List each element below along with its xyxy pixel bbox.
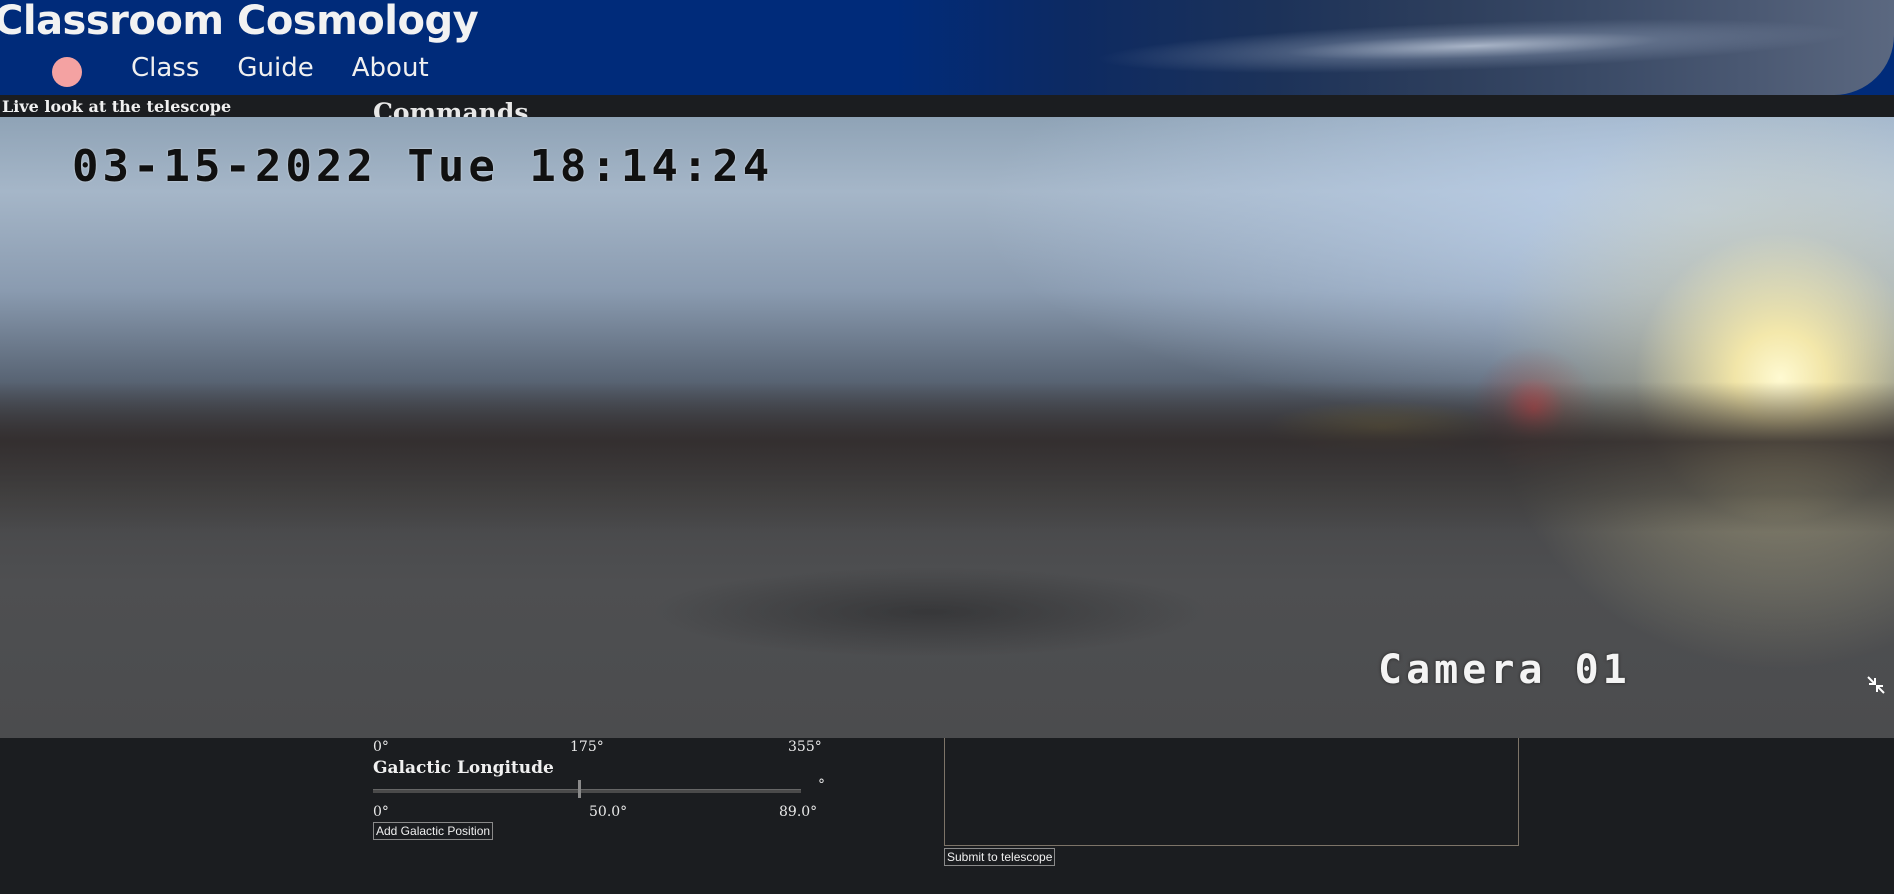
camera-timestamp: 03-15-2022 Tue 18:14:24 xyxy=(72,141,774,192)
nav-item-about[interactable]: About xyxy=(352,53,429,83)
camera-road xyxy=(650,567,1210,657)
site-title[interactable]: Classroom Cosmology xyxy=(0,0,479,44)
camera-label: Camera 01 xyxy=(1378,647,1631,693)
nav-item-guide[interactable]: Guide xyxy=(237,53,313,83)
logo-dot-icon[interactable] xyxy=(52,57,82,87)
live-look-heading: Live look at the telescope xyxy=(2,97,232,116)
collapse-arrows-icon[interactable] xyxy=(1865,674,1887,696)
slider-tick-mid: 175° xyxy=(570,739,604,755)
galactic-longitude-label: Galactic Longitude xyxy=(373,758,554,778)
site-header: Classroom Cosmology Class Guide About xyxy=(0,0,1894,95)
nav-item-class[interactable]: Class xyxy=(131,53,199,83)
milky-way-image xyxy=(1093,8,1855,84)
header-banner-image xyxy=(894,0,1894,95)
submit-to-telescope-button[interactable]: Submit to telescope xyxy=(944,848,1056,866)
gl-tick-max: 89.0° xyxy=(779,804,818,820)
telescope-camera-feed[interactable]: 03-15-2022 Tue 18:14:24 Camera 01 xyxy=(0,117,1894,738)
galactic-longitude-slider-thumb[interactable] xyxy=(578,780,582,798)
add-galactic-position-button[interactable]: Add Galactic Position xyxy=(373,822,494,840)
camera-treeline xyxy=(0,382,1894,532)
slider-tick-min: 0° xyxy=(373,739,389,755)
command-textarea[interactable] xyxy=(944,738,1519,846)
galactic-longitude-slider[interactable] xyxy=(373,789,801,793)
main-nav: Class Guide About xyxy=(131,53,429,83)
slider-tick-max: 355° xyxy=(788,739,822,755)
galactic-longitude-unit: ° xyxy=(818,777,825,793)
gl-tick-min: 0° xyxy=(373,804,389,820)
gl-tick-mid: 50.0° xyxy=(589,804,628,820)
